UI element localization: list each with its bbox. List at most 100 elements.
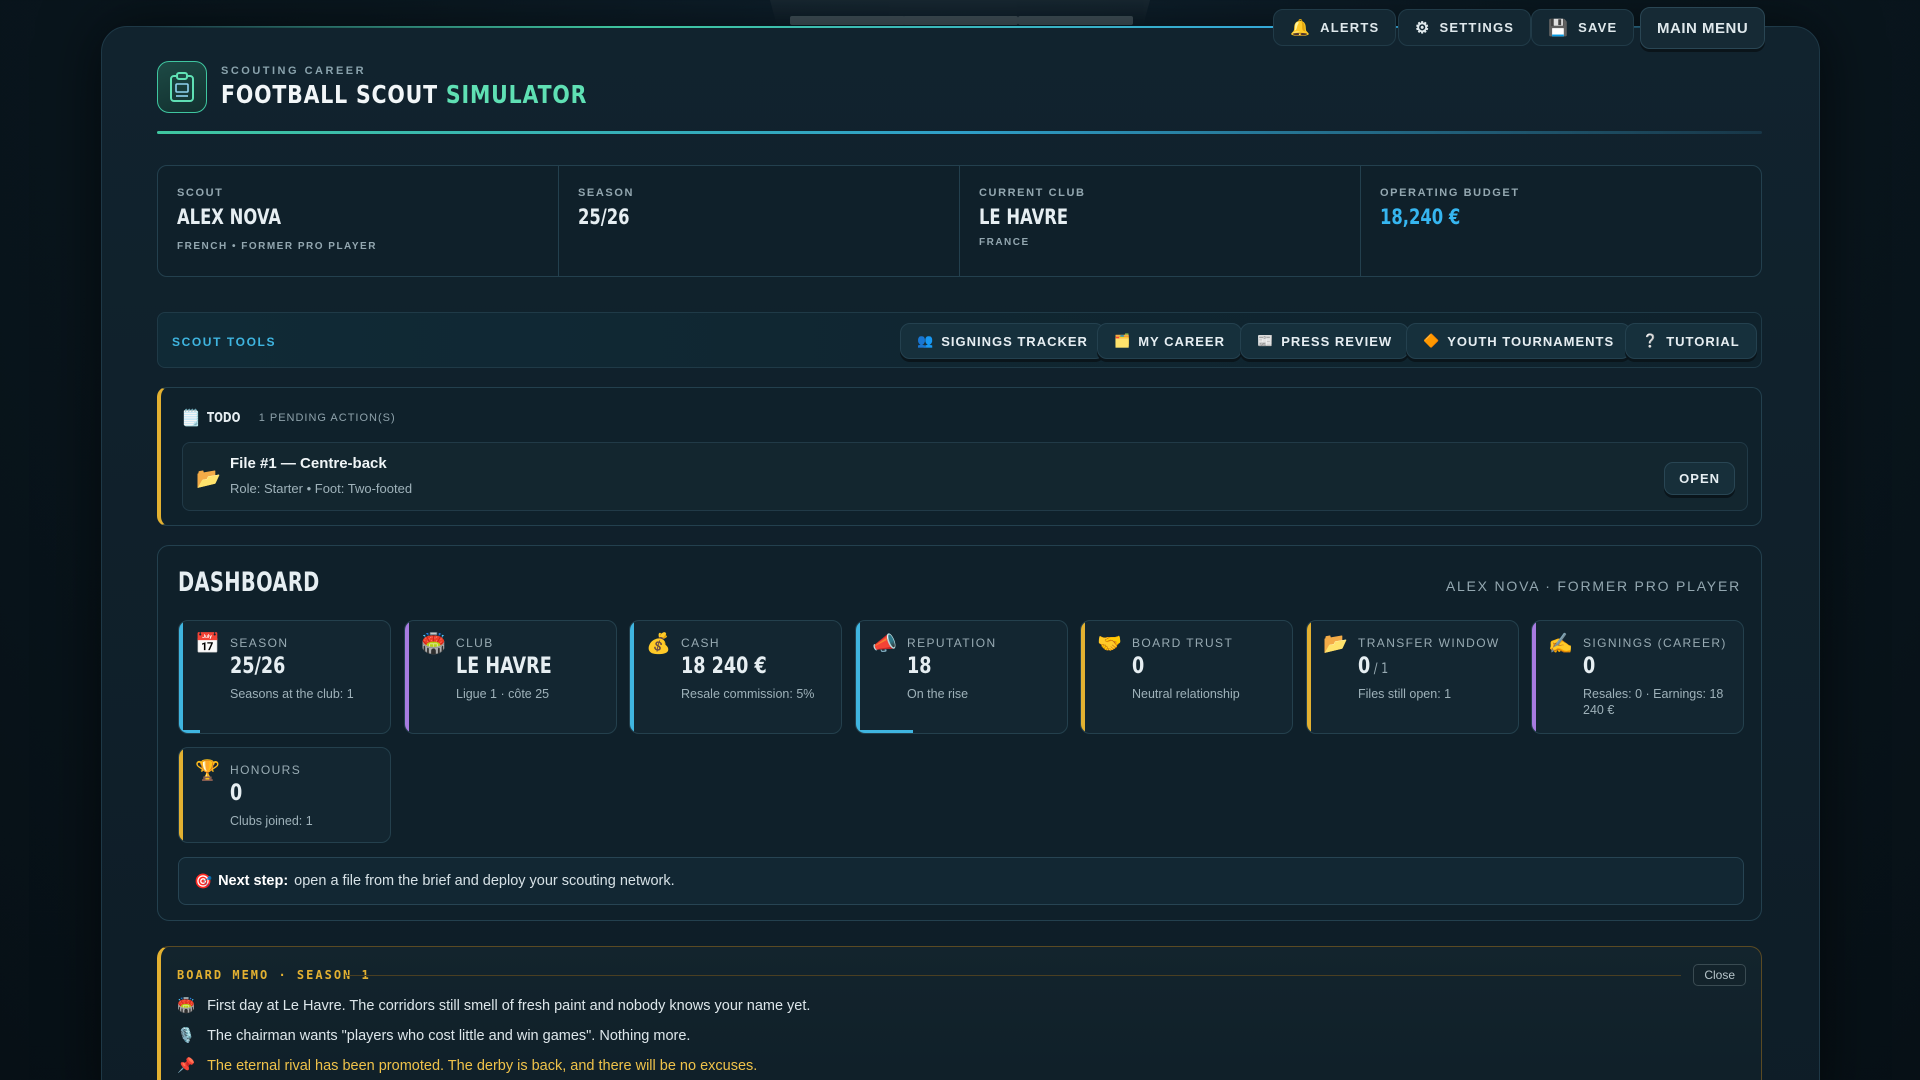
budget-label: OPERATING BUDGET [1380, 187, 1520, 199]
card-value: 18 [907, 654, 932, 679]
people-icon: 👥 [917, 333, 935, 348]
budget-info: OPERATING BUDGET 18,240 € [1361, 166, 1761, 276]
newspaper-icon: 📰 [1257, 333, 1275, 348]
card-accent [630, 621, 634, 733]
stat-card-season: 📅 SEASON 25/26 Seasons at the club: 1 [178, 620, 391, 734]
my-career-label: MY CAREER [1138, 333, 1225, 349]
todo-title: TODO [206, 410, 241, 426]
settings-button[interactable]: ⚙ SETTINGS [1398, 9, 1532, 46]
notepad-icon: 🗒️ [181, 410, 201, 427]
my-career-button[interactable]: 🗂️ MY CAREER [1097, 323, 1242, 359]
stat-card-cash: 💰 CASH 18 240 € Resale commission: 5% [629, 620, 842, 734]
dashboard-panel: DASHBOARD ALEX NOVA · FORMER PRO PLAYER … [157, 545, 1762, 921]
card-value: 0 [1132, 654, 1145, 679]
app-title: FOOTBALL SCOUT SIMULATOR [221, 80, 587, 109]
money-bag-icon: 💰 [646, 633, 671, 655]
stat-card-signings: ✍️ SIGNINGS (CAREER) 0 Resales: 0 · Earning… [1531, 620, 1744, 734]
card-accent [1081, 621, 1085, 733]
save-button-label: SAVE [1578, 20, 1618, 35]
alerts-button-label: ALERTS [1320, 20, 1380, 35]
card-value: 18 240 € [681, 654, 767, 679]
next-step-text: open a file from the brief and deploy yo… [294, 873, 675, 889]
stat-card-board-trust: 🤝 BOARD TRUST 0 Neutral relationship [1080, 620, 1293, 734]
card-accent [1532, 621, 1536, 733]
club-country: FRANCE [979, 237, 1030, 248]
memo-line: 🎙️ The chairman wants "players who cost l… [177, 1027, 691, 1045]
card-label: REPUTATION [907, 636, 997, 650]
handshake-icon: 🤝 [1097, 633, 1122, 655]
dashboard-title: DASHBOARD [178, 567, 320, 598]
floppy-icon: 💾 [1548, 19, 1570, 37]
stat-card-transfer-window: 📂 TRANSFER WINDOW 0 / 1 Files still open: 1 [1306, 620, 1519, 734]
calendar-icon: 📅 [195, 633, 220, 655]
todo-item-details: Role: Starter • Foot: Two-footed [230, 481, 413, 496]
scout-sub: FRENCH • FORMER PRO PLAYER [177, 241, 377, 252]
card-label: CASH [681, 636, 720, 650]
scout-info: SCOUT ALEX NOVA FRENCH • FORMER PRO PLAY… [158, 166, 559, 276]
season-info: SEASON 25/26 [559, 166, 960, 276]
card-subtext: Resale commission: 5% [681, 687, 815, 701]
scout-label: SCOUT [177, 187, 224, 199]
press-review-button[interactable]: 📰 PRESS REVIEW [1240, 323, 1410, 359]
stat-card-club: 🏟️ CLUB LE HAVRE Ligue 1 · côte 25 [404, 620, 617, 734]
card-accent [856, 621, 860, 733]
card-subtext: Neutral relationship [1132, 687, 1240, 701]
scout-name: ALEX NOVA [177, 205, 282, 229]
card-label: SIGNINGS (CAREER) [1583, 636, 1727, 650]
app-title-part2: SIMULATOR [445, 80, 588, 109]
card-subtext: Resales: 0 · Earnings: 18 240 € [1583, 687, 1724, 717]
header-divider [157, 131, 1762, 134]
alerts-button[interactable]: 🔔 ALERTS [1273, 9, 1397, 46]
folder-icon: 🗂️ [1114, 333, 1132, 348]
todo-item[interactable]: 📂 File #1 — Centre-back Role: Starter • … [182, 442, 1748, 511]
board-memo-panel: BOARD MEMO · SEASON 1 Close 🏟️ First day … [157, 946, 1762, 1080]
card-subtext: Ligue 1 · côte 25 [456, 687, 550, 701]
scout-tools-label: SCOUT TOOLS [172, 335, 277, 349]
app-header: SCOUTING CAREER FOOTBALL SCOUT SIMULATOR [157, 61, 1762, 133]
card-label: SEASON [230, 636, 289, 650]
memo-line-text: The eternal rival has been promoted. The… [207, 1057, 758, 1074]
todo-header: 🗒️ TODO 1 PENDING ACTION(S) [181, 408, 396, 428]
season-label: SEASON [578, 187, 635, 199]
memo-line: 🏟️ First day at Le Havre. The corridors s… [177, 997, 810, 1015]
question-icon: ❔ [1642, 333, 1660, 348]
stat-card-reputation: 📣 REPUTATION 18 On the rise [855, 620, 1068, 734]
app-title-part1: FOOTBALL SCOUT [221, 80, 438, 109]
gear-icon: ⚙ [1415, 19, 1431, 37]
memo-divider [346, 975, 1681, 976]
writing-hand-icon: ✍️ [1548, 633, 1573, 655]
board-memo-title: BOARD MEMO · SEASON 1 [177, 968, 371, 982]
card-accent [1307, 621, 1311, 733]
card-value: 0 / 1 [1358, 654, 1389, 679]
card-accent [179, 621, 183, 733]
save-button[interactable]: 💾 SAVE [1531, 9, 1635, 46]
youth-tournaments-button[interactable]: 🔶 YOUTH TOURNAMENTS [1406, 323, 1632, 359]
memo-line-text: The chairman wants "players who cost lit… [207, 1027, 691, 1044]
card-label: HONOURS [230, 763, 302, 777]
next-step-label: Next step: [218, 873, 289, 889]
season-value: 25/26 [578, 205, 630, 229]
card-accent [179, 748, 183, 842]
youth-tournaments-label: YOUTH TOURNAMENTS [1447, 333, 1615, 349]
card-label: CLUB [456, 636, 494, 650]
open-file-button[interactable]: OPEN [1664, 462, 1735, 495]
settings-button-label: SETTINGS [1439, 20, 1515, 35]
card-subtext: Clubs joined: 1 [230, 814, 313, 828]
card-value: 0 [1583, 654, 1596, 679]
card-subtext: Seasons at the club: 1 [230, 687, 354, 701]
budget-value: 18,240 € [1380, 205, 1461, 229]
tutorial-label: TUTORIAL [1666, 333, 1740, 349]
memo-line: 📌 The eternal rival has been promoted. Th… [177, 1057, 758, 1075]
card-value: 0 [230, 781, 243, 806]
next-step-hint: 🎯 Next step: open a file from the brief … [178, 857, 1744, 905]
main-menu-button[interactable]: MAIN MENU [1640, 7, 1766, 49]
scout-tools-bar: SCOUT TOOLS 👥 SIGNINGS TRACKER 🗂️ MY CAR… [157, 312, 1762, 368]
stadium-icon: 🏟️ [421, 633, 446, 655]
signings-tracker-button[interactable]: 👥 SIGNINGS TRACKER [900, 323, 1105, 359]
memo-close-button[interactable]: Close [1693, 964, 1746, 986]
tutorial-button[interactable]: ❔ TUTORIAL [1625, 323, 1757, 359]
todo-panel: 🗒️ TODO 1 PENDING ACTION(S) 📂 File #1 — … [157, 387, 1762, 526]
card-accent [405, 621, 409, 733]
open-folder-icon: 📂 [196, 468, 221, 490]
signings-tracker-label: SIGNINGS TRACKER [941, 333, 1088, 349]
